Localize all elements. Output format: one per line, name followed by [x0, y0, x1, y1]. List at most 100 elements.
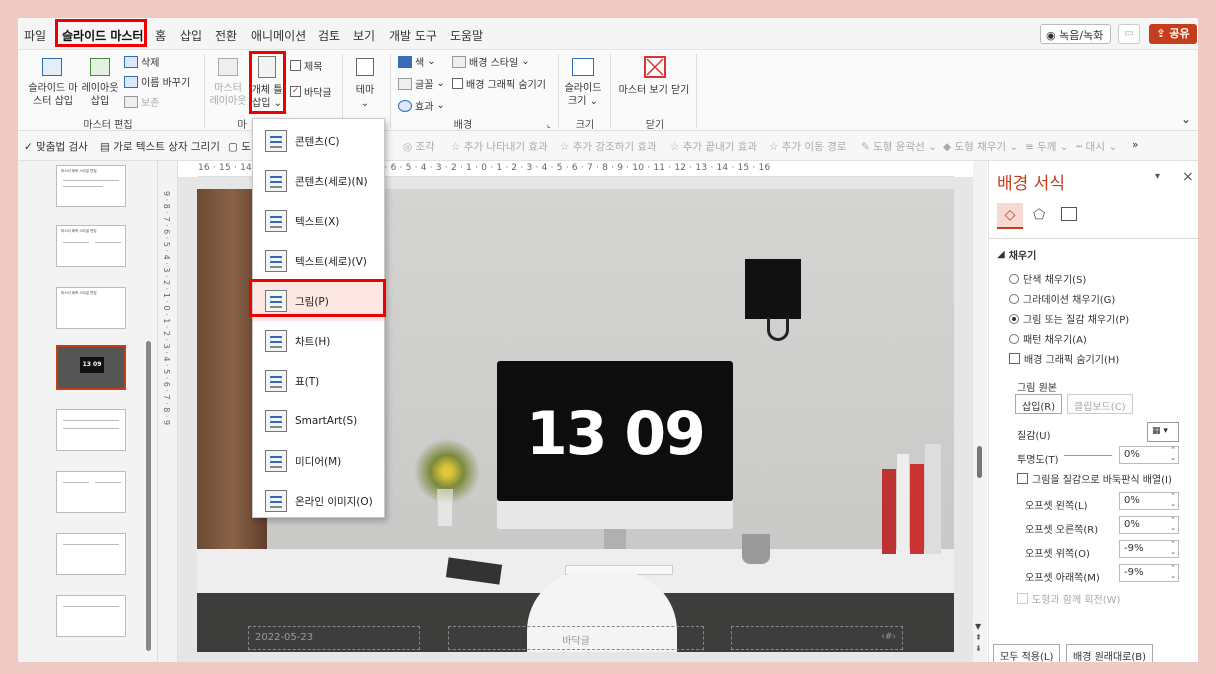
footer-checkbox[interactable]: ✓ 바닥글	[290, 84, 332, 99]
qat-shape[interactable]: ▢ 도	[228, 139, 251, 154]
date-placeholder[interactable]: 2022-05-23	[248, 626, 420, 650]
hide-bg-graphics-checkbox[interactable]: 배경 그래픽 숨기기(H)	[1009, 351, 1119, 366]
tab-developer[interactable]: 개발 도구	[389, 27, 437, 44]
bg-styles-button[interactable]: 배경 스타일 ⌄	[452, 54, 530, 69]
offset-bottom-input[interactable]: -9%	[1119, 564, 1179, 582]
thumbnail[interactable]: 마스터 제목 스타일 편집	[56, 287, 126, 329]
checkbox-icon	[1017, 593, 1028, 604]
dialog-launcher-icon[interactable]: ⌞	[547, 120, 551, 129]
menu-item-media[interactable]: 미디어(M)	[253, 441, 384, 481]
qat-entrance[interactable]: ☆ 추가 나타내기 효과	[451, 139, 548, 154]
qat-emphasis[interactable]: ☆ 추가 강조하기 효과	[560, 139, 657, 154]
menu-item-content-vertical[interactable]: 콘텐츠(세로)(N)	[253, 161, 384, 201]
close-master-button[interactable]: 마스터 보기 닫기	[616, 84, 692, 97]
thumbnail[interactable]: 마스터 제목 스타일 편집	[56, 225, 126, 267]
apply-all-button[interactable]: 모두 적용(L)	[993, 644, 1061, 662]
tab-transitions[interactable]: 전환	[215, 27, 237, 44]
effects-button[interactable]: 효과 ⌄	[398, 98, 445, 113]
qat-dash[interactable]: ┅ 대시 ⌄	[1076, 139, 1117, 154]
qat-motion[interactable]: ☆ 추가 이동 경로	[769, 139, 846, 154]
main-scrollbar[interactable]: ▼ ⇞ ⇟	[973, 161, 987, 662]
thumb-line	[63, 606, 119, 607]
qat-fragment[interactable]: ◎ 조각	[403, 139, 435, 154]
insert-placeholder-button[interactable]: 개체 틀 삽입 ⌄	[250, 84, 284, 110]
collapse-ribbon-icon[interactable]: ⌄	[1181, 112, 1191, 126]
hide-bg-checkbox[interactable]: 배경 그래픽 숨기기	[452, 76, 546, 91]
thumbnail-scrollbar[interactable]	[144, 161, 154, 662]
insert-master-button[interactable]: 슬라이드 마 스터 삽입	[24, 82, 82, 108]
reset-background-button[interactable]: 배경 원래대로(B)	[1066, 644, 1154, 662]
title-checkbox[interactable]: 제목	[290, 58, 322, 73]
tab-home[interactable]: 홈	[155, 27, 166, 44]
gradient-fill-option[interactable]: 그라데이션 채우기(G)	[1009, 291, 1115, 306]
menu-item-online-image[interactable]: 온라인 이미지(O)	[253, 481, 384, 521]
fill-bucket-icon[interactable]: ◇	[997, 203, 1023, 229]
tile-checkbox[interactable]: 그림을 질감으로 바둑판식 배열(I)	[1017, 471, 1172, 486]
insert-picture-button[interactable]: 삽입(R)	[1015, 394, 1063, 414]
offset-right-input[interactable]: 0%	[1119, 516, 1179, 534]
scrollbar-thumb[interactable]	[977, 446, 982, 478]
offset-top-input[interactable]: -9%	[1119, 540, 1179, 558]
master-layout-button[interactable]: 마스터 레이아웃	[208, 82, 248, 108]
pattern-fill-option[interactable]: 패턴 채우기(A)	[1009, 331, 1087, 346]
pentagon-icon[interactable]: ⬠	[1033, 207, 1045, 223]
fill-section-header[interactable]: ◢ 채우기	[997, 247, 1036, 262]
insert-layout-button[interactable]: 레이아웃 삽입	[80, 82, 120, 108]
qat-weight[interactable]: ≡ 두께 ⌄	[1025, 139, 1069, 154]
slide-size-button[interactable]: 슬라이드 크기 ⌄	[560, 82, 606, 108]
colors-button[interactable]: 색 ⌄	[398, 54, 436, 69]
tab-file[interactable]: 파일	[24, 27, 46, 44]
clipboard-button[interactable]: 클립보드(C)	[1067, 394, 1133, 414]
tab-review[interactable]: 검토	[318, 27, 340, 44]
offset-left-input[interactable]: 0%	[1119, 492, 1179, 510]
menu-item-smartart[interactable]: SmartArt(S)	[253, 401, 384, 441]
menu-item-text[interactable]: 텍스트(X)	[253, 201, 384, 241]
tab-insert[interactable]: 삽입	[180, 27, 202, 44]
scrollbar-thumb[interactable]	[146, 341, 151, 651]
preserve-button[interactable]: 보존	[124, 94, 159, 109]
transparency-slider[interactable]	[1064, 455, 1112, 456]
comment-button[interactable]: ▭	[1118, 24, 1140, 44]
thumbnail[interactable]	[56, 595, 126, 637]
picture-icon[interactable]	[1061, 207, 1077, 221]
qat-fill[interactable]: ◆ 도형 채우기 ⌄	[943, 139, 1018, 154]
group-master-layout: 마	[237, 120, 247, 131]
dash-icon: ┅	[1076, 141, 1086, 153]
picture-fill-option[interactable]: 그림 또는 질감 채우기(P)	[1009, 311, 1129, 326]
tab-help[interactable]: 도움말	[450, 27, 483, 44]
thumbnail[interactable]: 마스터 제목 스타일 편집	[56, 165, 126, 207]
transparency-input[interactable]: 0%	[1119, 446, 1179, 464]
menu-item-table[interactable]: 표(T)	[253, 361, 384, 401]
qat-spellcheck[interactable]: ✓ 맞춤법 검사	[24, 139, 88, 154]
close-icon[interactable]: ×	[1182, 169, 1194, 185]
tab-slide-master[interactable]: 슬라이드 마스터	[62, 27, 143, 44]
thumbnail-selected[interactable]: 13 09	[56, 345, 126, 390]
pane-options-icon[interactable]: ▾	[1155, 171, 1160, 182]
rename-button[interactable]: 이름 바꾸기	[124, 74, 190, 89]
more-icon[interactable]: »	[1132, 139, 1138, 151]
record-button[interactable]: ◉ 녹음/녹화	[1040, 24, 1111, 44]
tab-view[interactable]: 보기	[353, 27, 375, 44]
texture-picker[interactable]: ▦ ▾	[1147, 422, 1179, 442]
menu-item-chart[interactable]: 차트(H)	[253, 321, 384, 361]
rotate-checkbox[interactable]: 도형과 함께 회전(W)	[1017, 591, 1120, 606]
footer-placeholder[interactable]: 바닥글	[448, 626, 704, 650]
share-button[interactable]: ⇪ 공유	[1149, 24, 1197, 44]
scroll-arrows-icon[interactable]: ▼ ⇞ ⇟	[975, 621, 982, 654]
delete-button[interactable]: 삭제	[124, 54, 159, 69]
solid-fill-option[interactable]: 단색 채우기(S)	[1009, 271, 1086, 286]
tab-animations[interactable]: 애니메이션	[251, 27, 306, 44]
menu-item-picture[interactable]: 그림(P)	[253, 281, 384, 321]
thumb-line	[95, 242, 121, 243]
thumbnail[interactable]	[56, 533, 126, 575]
menu-item-text-vertical[interactable]: 텍스트(세로)(V)	[253, 241, 384, 281]
thumbnail[interactable]	[56, 409, 126, 451]
theme-button[interactable]: 테마 ⌄	[348, 84, 382, 110]
qat-exit[interactable]: ☆ 추가 끝내기 효과	[670, 139, 757, 154]
thumbnail[interactable]	[56, 471, 126, 513]
slide-number-placeholder[interactable]: ‹#›	[731, 626, 903, 650]
fonts-button[interactable]: 글꼴 ⌄	[398, 76, 445, 91]
menu-item-content[interactable]: 콘텐츠(C)	[253, 121, 384, 161]
qat-textbox[interactable]: ▤ 가로 텍스트 상자 그리기	[100, 139, 220, 154]
qat-outline[interactable]: ✎ 도형 윤곽선 ⌄	[861, 139, 937, 154]
